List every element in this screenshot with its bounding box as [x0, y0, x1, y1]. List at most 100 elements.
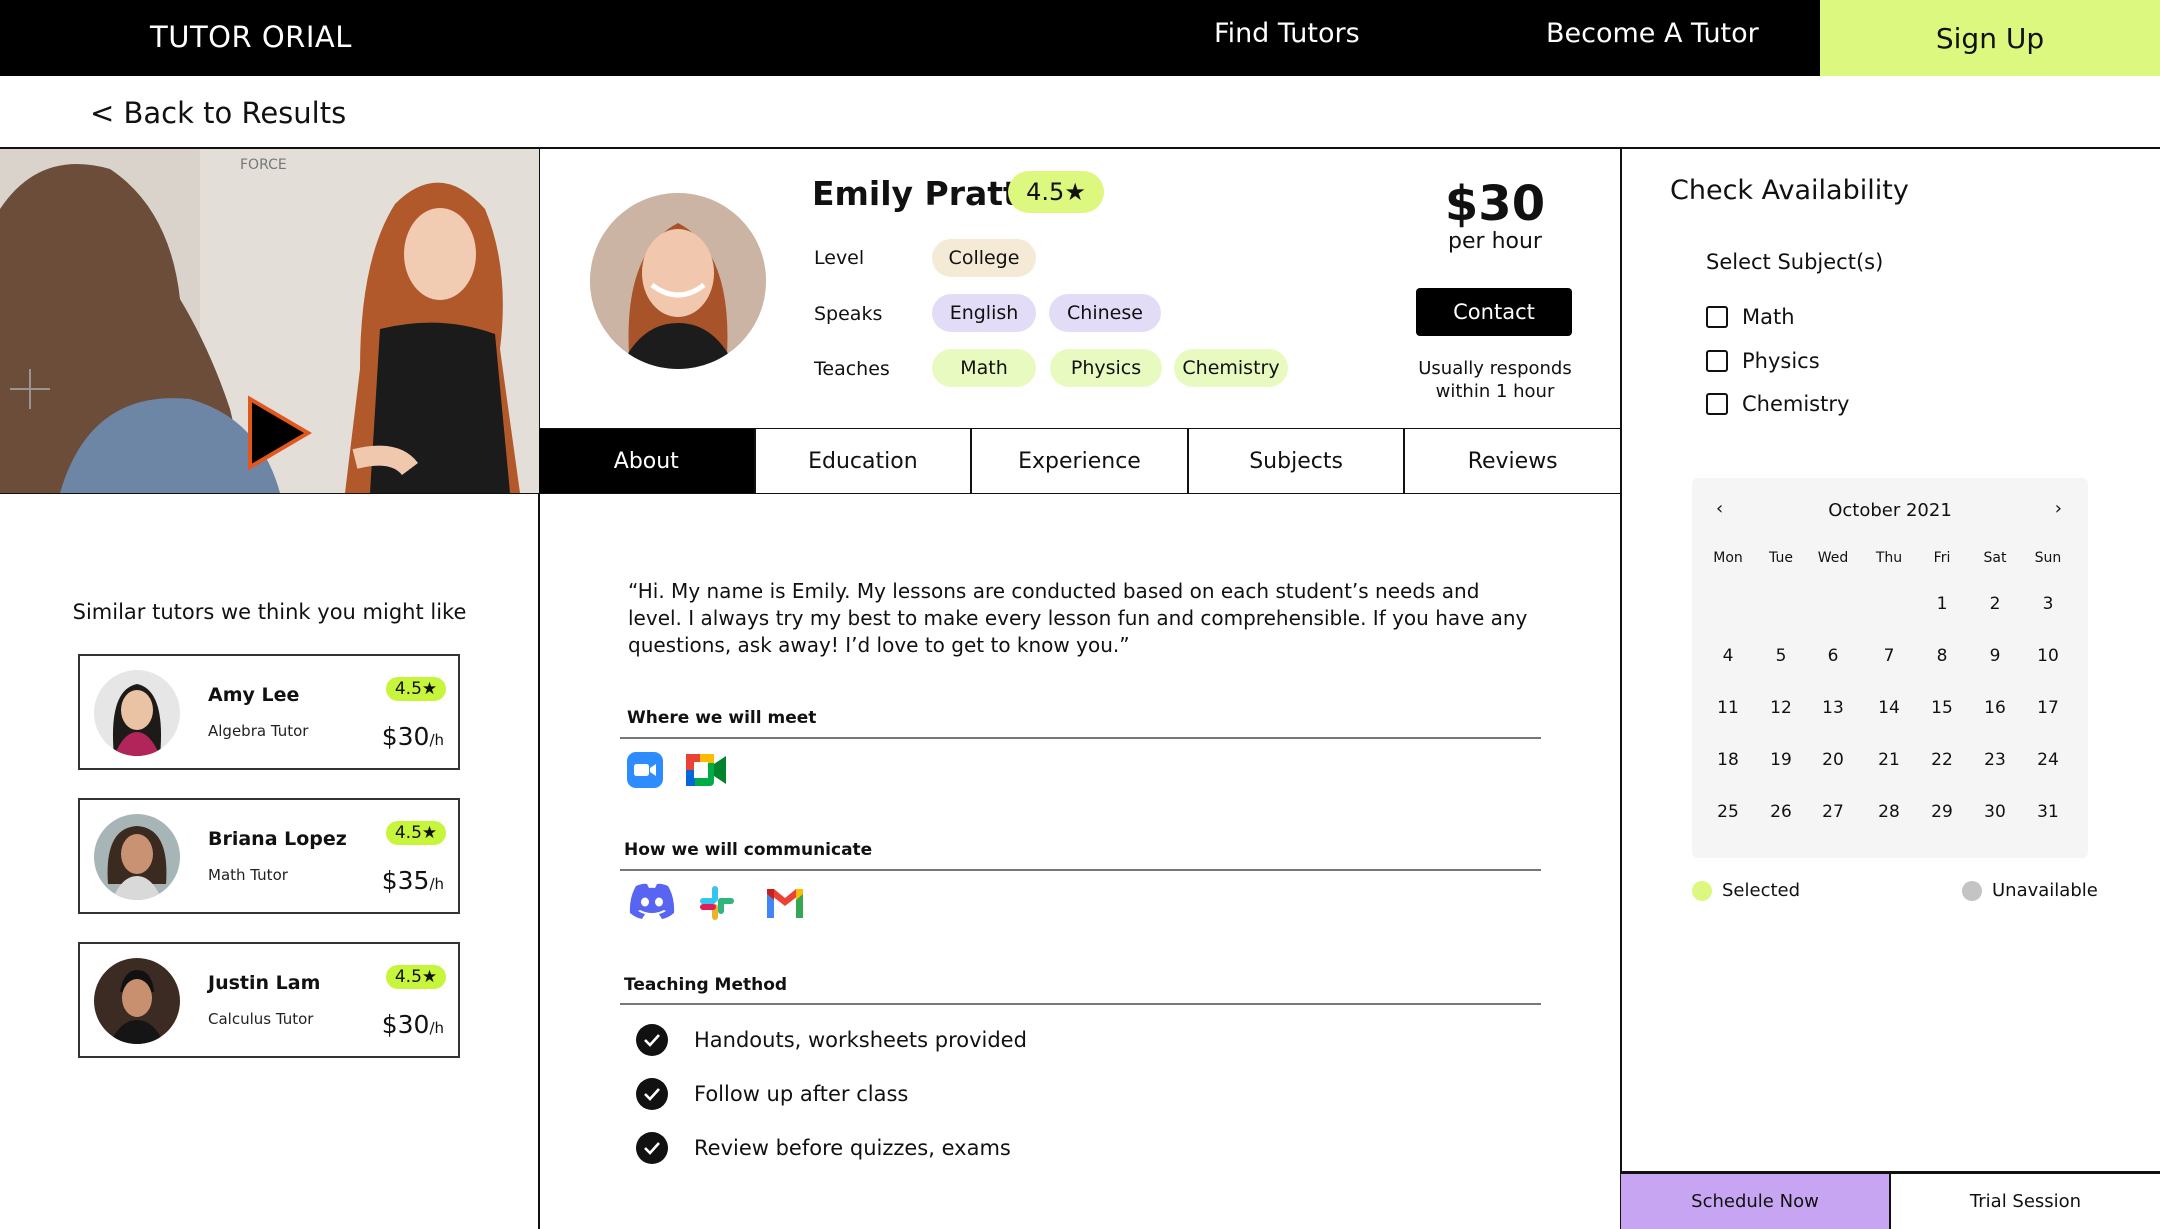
- similar-tutor-price: $35/h: [382, 866, 444, 895]
- checkbox[interactable]: [1706, 350, 1728, 372]
- method-label: Review before quizzes, exams: [694, 1136, 1011, 1160]
- calendar-day[interactable]: 2: [1969, 594, 2021, 614]
- similar-tutor-role: Calculus Tutor: [208, 1010, 314, 1028]
- avatar: [94, 814, 180, 900]
- hourly-price: $30: [1444, 176, 1546, 232]
- price-value: $30: [381, 1010, 430, 1039]
- subject-checkbox-math[interactable]: Math: [1706, 305, 1795, 329]
- section-divider: [620, 869, 1541, 871]
- similar-tutor-role: Math Tutor: [208, 866, 288, 884]
- price-unit: per hour: [1448, 229, 1542, 254]
- tab-reviews[interactable]: Reviews: [1405, 429, 1620, 493]
- selected-dot-icon: [1692, 880, 1712, 901]
- calendar-day[interactable]: 6: [1807, 646, 1859, 666]
- calendar-day[interactable]: 25: [1702, 802, 1754, 822]
- calendar-day[interactable]: 4: [1702, 646, 1754, 666]
- legend-label: Selected: [1722, 880, 1801, 901]
- calendar-day[interactable]: 17: [2022, 698, 2074, 718]
- weekday-label: Wed: [1817, 550, 1849, 566]
- calendar-day[interactable]: 19: [1755, 750, 1807, 770]
- calendar-day[interactable]: 11: [1702, 698, 1754, 718]
- similar-tutor-price: $30/h: [382, 1010, 444, 1039]
- calendar-day[interactable]: 26: [1755, 802, 1807, 822]
- top-nav: TUTOR ORIAL Find Tutors Become A Tutor S…: [0, 0, 2160, 76]
- subject-checkbox-label: Chemistry: [1742, 392, 1850, 416]
- rating-badge: 4.5★: [1008, 171, 1104, 213]
- next-month-icon[interactable]: ›: [2055, 498, 2062, 519]
- checkbox[interactable]: [1706, 393, 1728, 415]
- calendar-day[interactable]: 14: [1863, 698, 1915, 718]
- schedule-now-button[interactable]: Schedule Now: [1621, 1172, 1891, 1229]
- subject-tag: Physics: [1050, 349, 1162, 387]
- calendar-day[interactable]: 23: [1969, 750, 2021, 770]
- divider: [1620, 149, 1622, 1229]
- calendar-day[interactable]: 1: [1916, 594, 1968, 614]
- calendar-day[interactable]: 15: [1916, 698, 1968, 718]
- similar-tutor-card[interactable]: Amy Lee Algebra Tutor 4.5★ $30/h: [78, 654, 460, 770]
- calendar-day[interactable]: 16: [1969, 698, 2021, 718]
- calendar-day[interactable]: 31: [2022, 802, 2074, 822]
- calendar-day[interactable]: 28: [1863, 802, 1915, 822]
- tab-experience[interactable]: Experience: [972, 429, 1189, 493]
- sign-up-button[interactable]: Sign Up: [1820, 0, 2160, 76]
- check-icon: [636, 1078, 668, 1110]
- play-icon[interactable]: [0, 149, 539, 493]
- subject-checkbox-chemistry[interactable]: Chemistry: [1706, 392, 1849, 416]
- similar-tutor-card[interactable]: Briana Lopez Math Tutor 4.5★ $35/h: [78, 798, 460, 914]
- calendar-day[interactable]: 9: [1969, 646, 2021, 666]
- calendar-day[interactable]: 12: [1755, 698, 1807, 718]
- calendar-day[interactable]: 21: [1863, 750, 1915, 770]
- tab-education[interactable]: Education: [755, 429, 973, 493]
- weekday-label: Thu: [1875, 550, 1903, 566]
- similar-tutor-name: Briana Lopez: [208, 828, 347, 850]
- calendar-day[interactable]: 5: [1755, 646, 1807, 666]
- contact-button[interactable]: Contact: [1416, 288, 1572, 336]
- calendar-day[interactable]: 30: [1969, 802, 2021, 822]
- subject-checkbox-label: Physics: [1742, 349, 1820, 373]
- checkbox[interactable]: [1706, 306, 1728, 328]
- level-label: Level: [814, 247, 865, 269]
- calendar-day[interactable]: 13: [1807, 698, 1859, 718]
- intro-video[interactable]: FORCE: [0, 149, 539, 493]
- section-divider: [620, 737, 1541, 739]
- response-time: Usually responds within 1 hour: [1390, 357, 1600, 403]
- price-unit: /h: [429, 1019, 444, 1037]
- subject-checkbox-physics[interactable]: Physics: [1706, 349, 1820, 373]
- calendar-day[interactable]: 10: [2022, 646, 2074, 666]
- calendar-day[interactable]: 20: [1807, 750, 1859, 770]
- calendar-day[interactable]: 22: [1916, 750, 1968, 770]
- tab-about[interactable]: About: [539, 429, 756, 493]
- similar-tutor-name: Amy Lee: [208, 684, 300, 706]
- back-to-results-link[interactable]: < Back to Results: [90, 96, 346, 130]
- calendar-day[interactable]: 18: [1702, 750, 1754, 770]
- check-icon: [636, 1132, 668, 1164]
- tab-subjects[interactable]: Subjects: [1188, 429, 1406, 493]
- similar-tutor-card[interactable]: Justin Lam Calculus Tutor 4.5★ $30/h: [78, 942, 460, 1058]
- rating-badge: 4.5★: [386, 965, 446, 989]
- check-icon: [636, 1024, 668, 1056]
- language-tag: Chinese: [1049, 294, 1161, 332]
- weekday-label: Fri: [1933, 550, 1951, 566]
- calendar-day[interactable]: 29: [1916, 802, 1968, 822]
- speaks-label: Speaks: [814, 303, 883, 325]
- language-tag: English: [932, 294, 1036, 332]
- calendar-day[interactable]: 24: [2022, 750, 2074, 770]
- subject-tag: Chemistry: [1174, 349, 1288, 387]
- calendar-month: October 2021: [1828, 500, 1952, 521]
- avatar: [94, 670, 180, 756]
- weekday-label: Sat: [1983, 550, 2007, 566]
- calendar-day[interactable]: 7: [1863, 646, 1915, 666]
- logo[interactable]: TUTOR ORIAL: [150, 20, 352, 54]
- become-tutor-link[interactable]: Become A Tutor: [1546, 18, 1759, 49]
- calendar-day[interactable]: 27: [1807, 802, 1859, 822]
- find-tutors-link[interactable]: Find Tutors: [1214, 18, 1360, 49]
- method-label: Follow up after class: [694, 1082, 909, 1106]
- trial-session-button[interactable]: Trial Session: [1891, 1172, 2160, 1229]
- calendar-day[interactable]: 3: [2022, 594, 2074, 614]
- subject-tag: Math: [932, 349, 1036, 387]
- avatar: [94, 958, 180, 1044]
- google-meet-icon: [684, 750, 728, 794]
- similar-tutors-title: Similar tutors we think you might like: [72, 600, 467, 624]
- profile-tabs: About Education Experience Subjects Revi…: [539, 429, 1620, 493]
- calendar-day[interactable]: 8: [1916, 646, 1968, 666]
